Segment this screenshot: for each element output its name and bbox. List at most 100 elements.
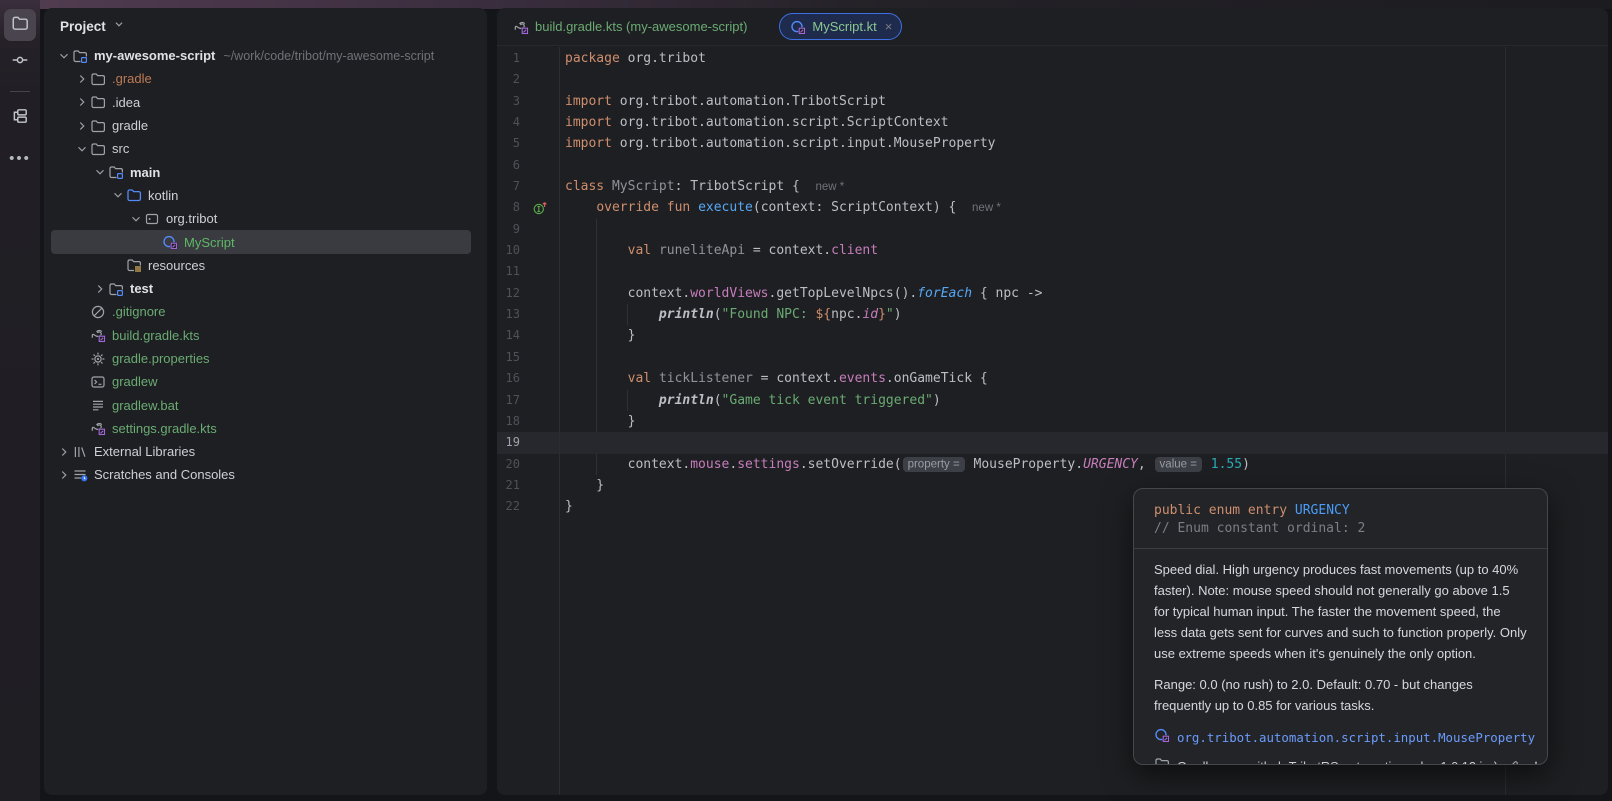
library-icon [72,444,88,460]
chevron-down-icon[interactable] [91,165,108,179]
code-line-9: 9 [497,219,1608,240]
line-number[interactable]: 17 [497,390,520,411]
close-icon[interactable]: × [885,19,893,34]
tree-item-label: Scratches and Consoles [94,467,235,482]
chevron-right-icon[interactable] [91,282,108,296]
tree-item-label: gradle [112,118,148,133]
code-line-8: 8 override fun execute(context: ScriptCo… [497,197,1608,218]
tree-item-settings-gradle-kts[interactable]: settings.gradle.kts [51,417,471,440]
tree-item-myscript[interactable]: MyScript [51,230,471,253]
tool-window-commit-button[interactable] [4,46,36,78]
gutter-slot [520,133,559,154]
chevron-right-icon[interactable] [73,119,90,133]
line-number[interactable]: 12 [497,283,520,304]
line-number[interactable]: 19 [497,432,520,453]
terminal-icon [90,374,106,390]
more-tool-windows-button[interactable]: ••• [4,139,36,171]
gutter-slot [520,454,559,475]
activity-bar: ••• [0,0,40,801]
gradle-icon [90,420,106,436]
chevron-down-icon[interactable] [127,212,144,226]
tree-item-label: org.tribot [166,211,217,226]
gutter-slot [520,155,559,176]
tree-item-my-awesome-script[interactable]: my-awesome-script~/work/code/tribot/my-a… [51,44,471,67]
gutter-slot [520,347,559,368]
tool-window-structure-button[interactable] [4,102,36,134]
tree-item-main[interactable]: main [51,160,471,183]
line-number[interactable]: 15 [497,347,520,368]
tree-item-gitignore[interactable]: .gitignore [51,300,471,323]
line-number[interactable]: 6 [497,155,520,176]
gutter-slot [520,283,559,304]
tree-item-external-libraries[interactable]: External Libraries [51,440,471,463]
tree-item-gradle[interactable]: .gradle [51,67,471,90]
line-number[interactable]: 1 [497,48,520,69]
line-number[interactable]: 4 [497,112,520,133]
tree-item-gradle[interactable]: gradle [51,114,471,137]
gutter-slot [520,176,559,197]
line-number[interactable]: 3 [497,91,520,112]
tree-item-scratches-and-consoles[interactable]: Scratches and Consoles [51,463,471,486]
line-number[interactable]: 10 [497,240,520,261]
code-text: override fun execute(context: ScriptCont… [559,197,1608,218]
chevron-right-icon[interactable] [73,72,90,86]
line-number[interactable]: 16 [497,368,520,389]
chevron-down-icon[interactable] [55,49,72,63]
tree-item-resources[interactable]: resources [51,254,471,277]
tree-item-build-gradle-kts[interactable]: build.gradle.kts [51,324,471,347]
code-line-10: 10 val runeliteApi = context.client [497,240,1608,261]
tree-item-src[interactable]: src [51,137,471,160]
tree-item-kotlin[interactable]: kotlin [51,184,471,207]
line-number[interactable]: 21 [497,475,520,496]
project-panel-header[interactable]: Project [44,8,487,44]
doc-class-link[interactable]: org.tribot.automation.script.input.Mouse… [1177,730,1535,745]
tree-item-idea[interactable]: .idea [51,91,471,114]
gutter-slot [520,390,559,411]
doc-divider [1134,548,1547,549]
tree-item-test[interactable]: test [51,277,471,300]
doc-paragraph: Speed dial. High urgency produces fast m… [1154,559,1527,664]
code-line-4: 4import org.tribot.automation.script.Scr… [497,112,1608,133]
line-number[interactable]: 8 [497,197,520,218]
kotlin-class-icon [162,234,178,250]
line-number[interactable]: 14 [497,325,520,346]
line-number[interactable]: 13 [497,304,520,325]
code-text [559,155,1608,176]
chevron-right-icon[interactable] [55,445,72,459]
chevron-down-icon[interactable] [109,188,126,202]
code-line-7: 7 class MyScript: TribotScript { new * [497,176,1608,197]
gutter-slot [520,411,559,432]
tree-item-gradlew[interactable]: gradlew [51,370,471,393]
tree-item-gradle-properties[interactable]: gradle.properties [51,347,471,370]
edit-source-icon[interactable] [1505,759,1520,765]
editor-tab-myscript-kt[interactable]: MyScript.kt× [779,13,902,40]
tree-item-label: kotlin [148,188,178,203]
code-line-1: 1package org.tribot [497,48,1608,69]
tree-item-org-tribot[interactable]: org.tribot [51,207,471,230]
line-number[interactable]: 20 [497,454,520,475]
code-text: class MyScript: TribotScript { new * [559,176,1608,197]
line-number[interactable]: 11 [497,261,520,282]
line-number[interactable]: 2 [497,69,520,90]
tool-window-project-button[interactable] [4,9,36,41]
editor-tab-build-gradle-kts-my-awesome-script[interactable]: build.gradle.kts (my-awesome-script) [503,19,757,35]
structure-icon [11,107,29,130]
tree-item-label: test [130,281,153,296]
line-number[interactable]: 18 [497,411,520,432]
line-number[interactable]: 22 [497,496,520,517]
chevron-right-icon[interactable] [73,95,90,109]
chevron-right-icon[interactable] [55,468,72,482]
override-marker-icon[interactable] [520,197,559,218]
chevron-down-icon[interactable] [112,17,126,36]
activity-bar-divider [10,91,30,92]
code-line-11: 11 [497,261,1608,282]
line-number[interactable]: 9 [497,219,520,240]
line-number[interactable]: 7 [497,176,520,197]
chevron-down-icon[interactable] [73,142,90,156]
tree-item-label: build.gradle.kts [112,328,199,343]
line-number[interactable]: 5 [497,133,520,154]
code-line-2: 2 [497,69,1608,90]
tree-item-gradlew-bat[interactable]: gradlew.bat [51,393,471,416]
tab-label: build.gradle.kts (my-awesome-script) [535,19,747,34]
code-text [559,432,1608,453]
